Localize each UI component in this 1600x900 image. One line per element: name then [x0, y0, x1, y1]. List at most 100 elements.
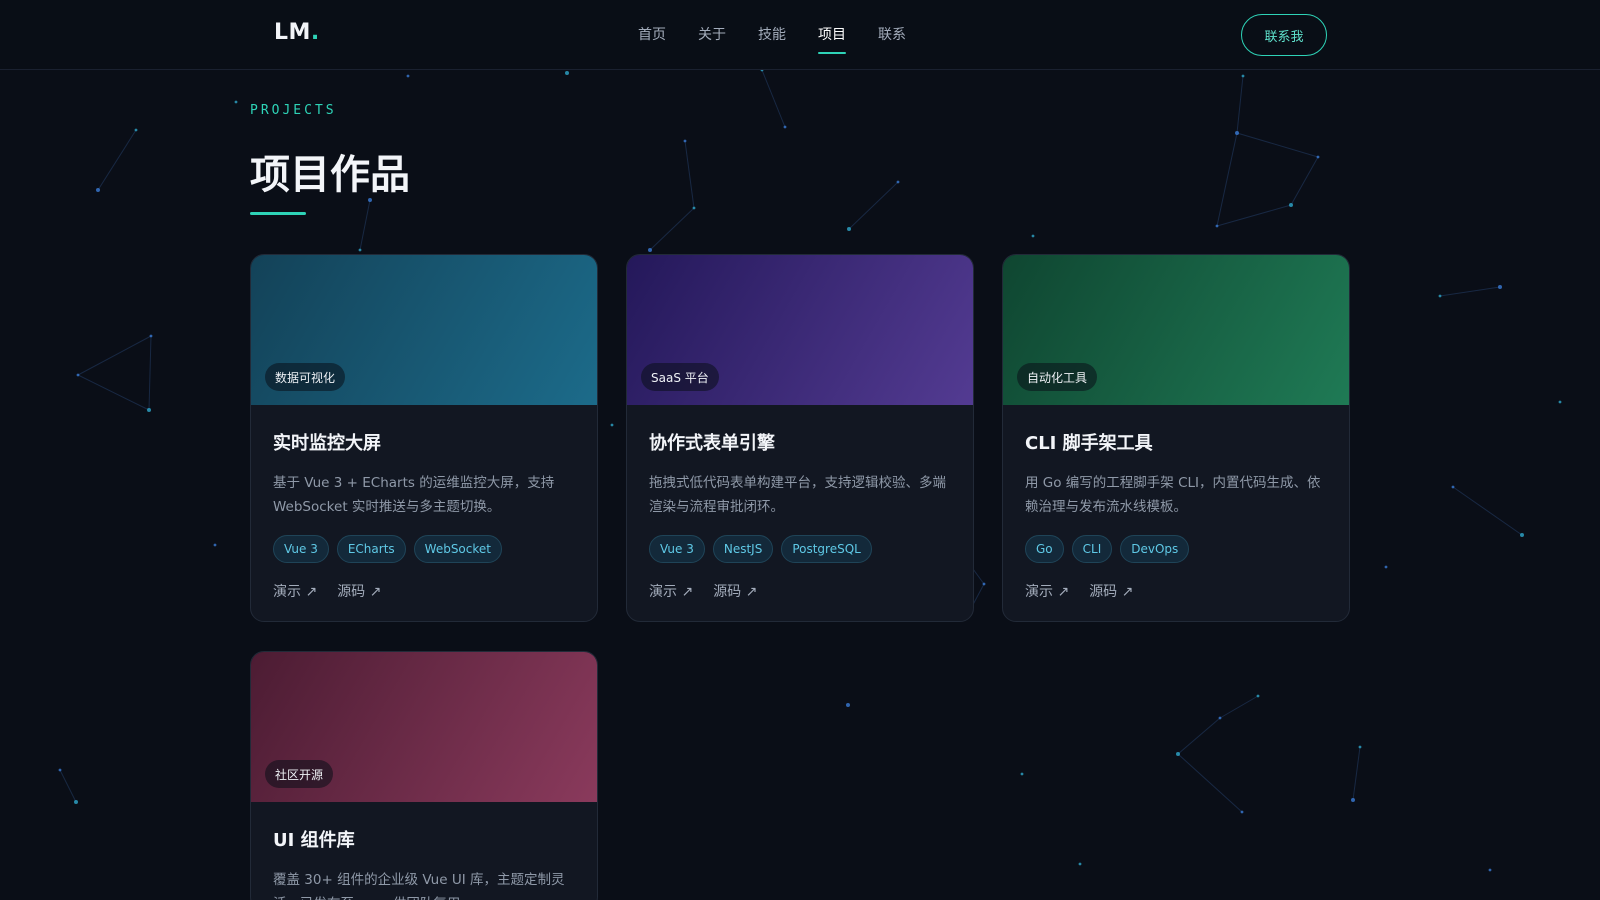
- tech-tag: CLI: [1071, 535, 1113, 563]
- project-description: 拖拽式低代码表单构建平台，支持逻辑校验、多端渲染与流程审批闭环。: [649, 475, 946, 515]
- network-node: [683, 139, 687, 143]
- network-node: [134, 128, 138, 132]
- network-line: [1177, 753, 1243, 813]
- site-header: LM. 首页 关于 技能 项目 联系 联系我: [0, 0, 1600, 70]
- project-cover: 自动化工具: [1003, 255, 1349, 405]
- project-cover: 数据可视化: [251, 255, 597, 405]
- tech-tag: Vue 3: [273, 535, 329, 563]
- project-cover: SaaS 平台: [627, 255, 973, 405]
- network-line: [77, 374, 150, 411]
- source-link[interactable]: 源码 ↗: [713, 581, 757, 601]
- tag-list: Vue 3 NestJS PostgreSQL: [649, 535, 951, 563]
- network-node: [565, 71, 569, 75]
- network-line: [684, 140, 695, 209]
- network-node: [982, 582, 986, 586]
- network-line: [1439, 286, 1501, 297]
- network-node: [783, 125, 787, 129]
- source-link[interactable]: 源码 ↗: [1089, 581, 1133, 601]
- network-node: [847, 227, 851, 231]
- project-title: CLI 脚手架工具: [1025, 433, 1153, 454]
- nav-item-skills[interactable]: 技能: [758, 24, 786, 50]
- network-node: [1289, 203, 1293, 207]
- network-node: [1558, 400, 1562, 404]
- network-line: [1452, 486, 1523, 536]
- network-node: [692, 206, 696, 210]
- network-line: [77, 335, 152, 376]
- network-line: [848, 181, 899, 230]
- nav-item-projects[interactable]: 项目: [818, 24, 846, 54]
- network-node: [1316, 155, 1320, 159]
- nav-item-about[interactable]: 关于: [698, 24, 726, 50]
- tech-tag: WebSocket: [413, 535, 502, 563]
- network-node: [74, 800, 78, 804]
- category-badge: 自动化工具: [1017, 363, 1098, 391]
- nav-item-home[interactable]: 首页: [638, 24, 666, 50]
- network-line: [359, 199, 371, 251]
- project-title: UI 组件库: [273, 830, 355, 851]
- project-links: 演示 ↗ 源码 ↗: [649, 581, 951, 601]
- network-line: [1290, 156, 1319, 206]
- network-node: [1498, 285, 1502, 289]
- network-node: [1256, 694, 1260, 698]
- demo-link[interactable]: 演示 ↗: [1025, 581, 1069, 601]
- tag-list: Go CLI DevOps: [1025, 535, 1327, 563]
- network-node: [648, 248, 652, 252]
- network-node: [1241, 74, 1245, 78]
- network-node: [1358, 745, 1362, 749]
- network-node: [1488, 868, 1492, 872]
- tech-tag: ECharts: [336, 535, 406, 563]
- network-line: [761, 69, 786, 128]
- tech-tag: NestJS: [712, 535, 774, 563]
- source-link[interactable]: 源码 ↗: [337, 581, 381, 601]
- network-node: [610, 423, 614, 427]
- logo[interactable]: LM.: [274, 20, 320, 45]
- section-eyebrow: PROJECTS: [250, 103, 337, 118]
- network-node: [1078, 862, 1082, 866]
- project-description: 用 Go 编写的工程脚手架 CLI，内置代码生成、依赖治理与发布流水线模板。: [1025, 475, 1321, 515]
- network-node: [1020, 772, 1024, 776]
- network-line: [59, 769, 77, 803]
- project-title: 协作式表单引擎: [649, 433, 775, 454]
- network-node: [1215, 224, 1219, 228]
- network-node: [149, 334, 153, 338]
- demo-link[interactable]: 演示 ↗: [273, 581, 317, 601]
- network-node: [96, 188, 100, 192]
- logo-text: LM: [274, 20, 311, 45]
- network-node: [406, 74, 410, 78]
- network-line: [148, 335, 152, 411]
- network-node: [1451, 485, 1455, 489]
- project-card-cli-tool: 自动化工具 CLI 脚手架工具 用 Go 编写的工程脚手架 CLI，内置代码生成…: [1002, 254, 1350, 622]
- category-badge: 社区开源: [265, 760, 334, 788]
- network-line: [1236, 132, 1319, 158]
- network-node: [1031, 234, 1035, 238]
- network-node: [76, 373, 80, 377]
- network-line: [97, 129, 137, 191]
- project-description: 覆盖 30+ 组件的企业级 Vue UI 库，主题定制灵活，已发布至 npm 供…: [273, 872, 565, 900]
- network-node: [846, 703, 850, 707]
- network-line: [649, 207, 695, 251]
- network-node: [1240, 810, 1244, 814]
- network-node: [358, 248, 362, 252]
- network-node: [58, 768, 62, 772]
- project-links: 演示 ↗ 源码 ↗: [1025, 581, 1327, 601]
- project-card-ui-library: 社区开源 UI 组件库 覆盖 30+ 组件的企业级 Vue UI 库，主题定制灵…: [250, 651, 598, 900]
- nav-item-contact[interactable]: 联系: [878, 24, 906, 50]
- network-node: [1176, 752, 1180, 756]
- network-line: [1216, 204, 1292, 227]
- network-node: [1218, 716, 1222, 720]
- tech-tag: DevOps: [1120, 535, 1190, 563]
- tag-list: Vue 3 ECharts WebSocket: [273, 535, 575, 563]
- contact-me-button[interactable]: 联系我: [1241, 14, 1327, 56]
- network-node: [1235, 131, 1239, 135]
- project-title: 实时监控大屏: [273, 433, 381, 454]
- network-node: [896, 180, 900, 184]
- network-line: [1352, 746, 1361, 801]
- network-node: [1438, 294, 1442, 298]
- title-underline: [250, 212, 306, 215]
- network-node: [213, 543, 217, 547]
- project-card-form-engine: SaaS 平台 协作式表单引擎 拖拽式低代码表单构建平台，支持逻辑校验、多端渲染…: [626, 254, 974, 622]
- project-description: 基于 Vue 3 + ECharts 的运维监控大屏，支持 WebSocket …: [273, 475, 555, 515]
- network-line: [1216, 132, 1238, 227]
- demo-link[interactable]: 演示 ↗: [649, 581, 693, 601]
- network-node: [1351, 798, 1355, 802]
